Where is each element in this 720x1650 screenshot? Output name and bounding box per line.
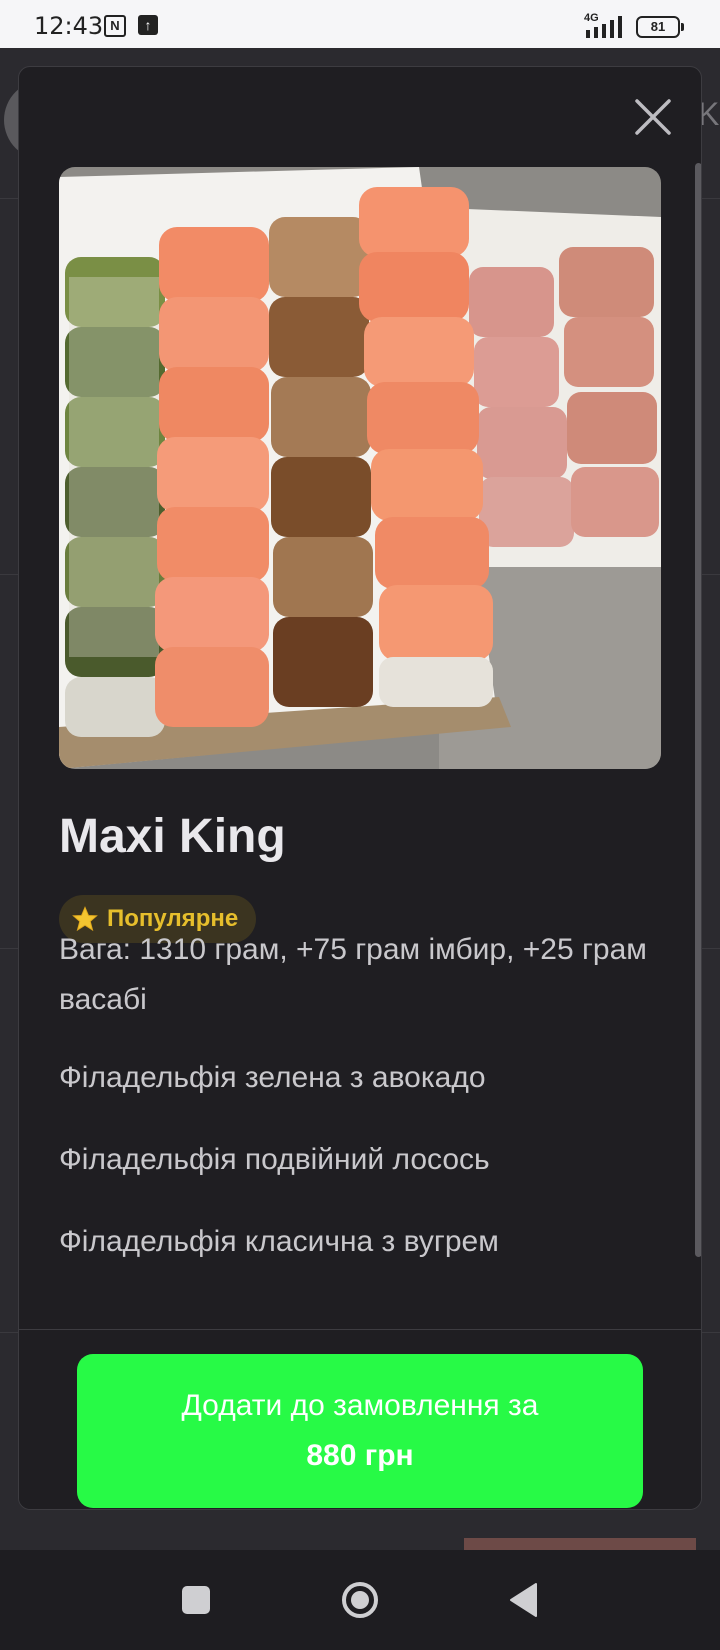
navigation-bar	[0, 1550, 720, 1650]
product-modal: Maxi King Популярне Вага: 1310 грам, +75…	[18, 66, 702, 1510]
product-item: Філадельфія класична з вугрем	[59, 1225, 499, 1258]
back-icon[interactable]	[508, 1582, 538, 1618]
signal-icon	[586, 16, 622, 38]
status-time: 12:43	[34, 12, 104, 40]
add-to-order-label: Додати до замовлення за	[181, 1389, 539, 1422]
home-icon[interactable]	[340, 1580, 380, 1620]
product-image	[59, 167, 661, 769]
upload-icon: ↑	[138, 15, 158, 35]
product-item: Філадельфія подвійний лосось	[59, 1143, 490, 1176]
product-item: Філадельфія зелена з авокадо	[59, 1061, 486, 1094]
scrollbar[interactable]	[695, 163, 701, 1257]
add-to-order-button[interactable]: Додати до замовлення за 880 грн	[77, 1354, 643, 1508]
battery-icon: 81	[636, 16, 684, 38]
close-icon[interactable]	[631, 95, 675, 139]
product-weight: Вага: 1310 грам, +75 грам імбир, +25 гра…	[59, 933, 647, 1016]
status-bar: 12:43 N ↑ 4G 81	[0, 0, 720, 48]
product-title: Maxi King	[59, 810, 286, 863]
battery-level: 81	[650, 19, 666, 34]
nfc-icon: N	[104, 15, 126, 37]
order-price: 880 грн	[306, 1439, 414, 1472]
recent-apps-icon[interactable]	[182, 1586, 210, 1614]
modal-footer: Додати до замовлення за 880 грн	[19, 1329, 701, 1509]
